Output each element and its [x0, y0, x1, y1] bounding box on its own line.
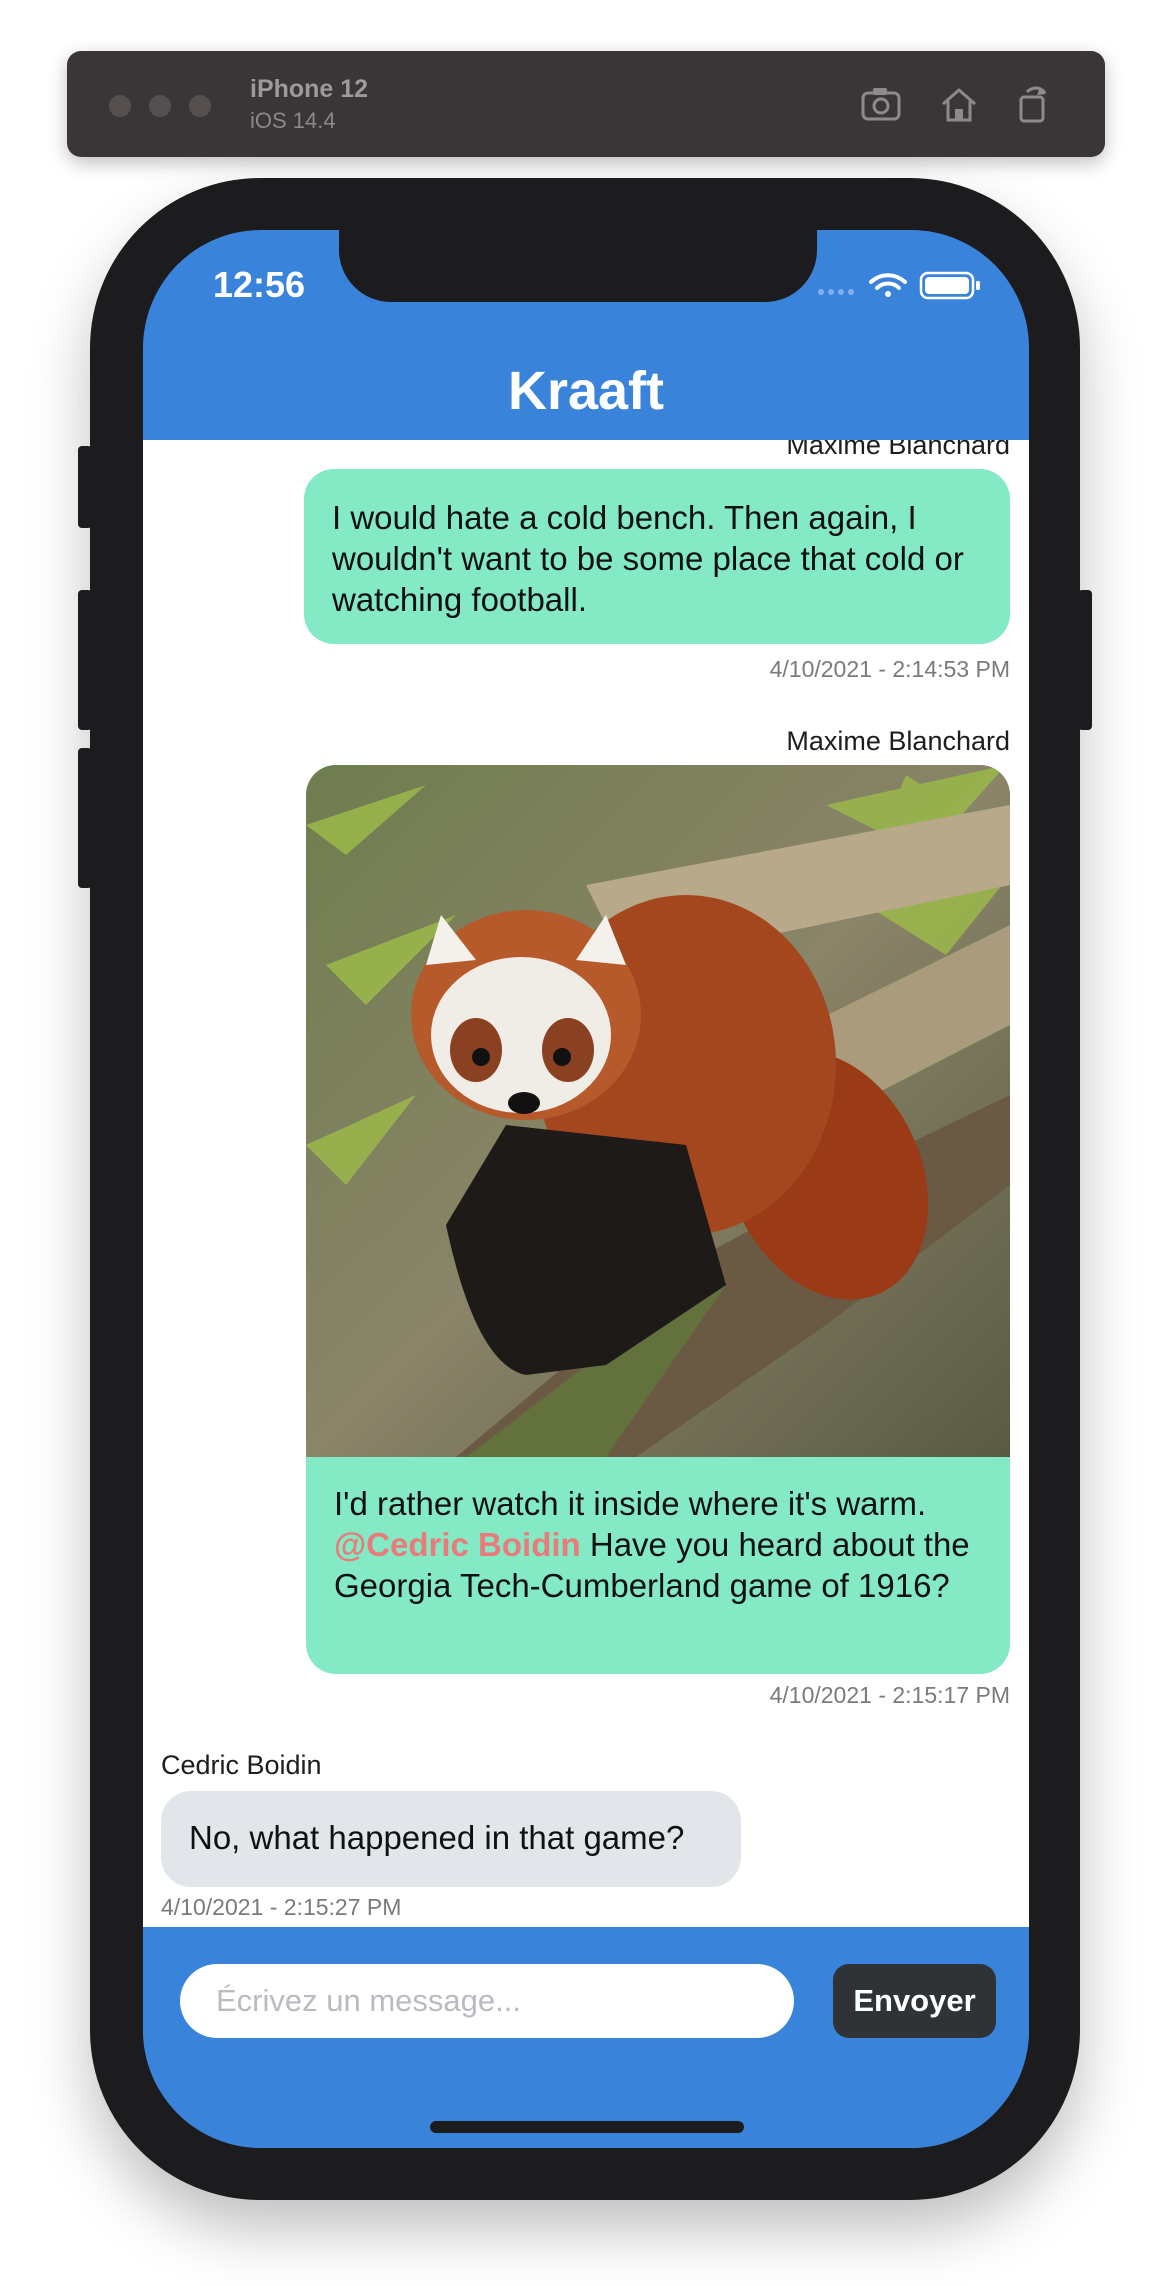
message-sender: Maxime Blanchard	[786, 440, 1010, 460]
image-message-bubble[interactable]: I'd rather watch it inside where it's wa…	[306, 765, 1010, 1674]
volume-down-button	[78, 748, 92, 888]
device-name: iPhone 12	[250, 75, 369, 103]
photo-illustration	[306, 765, 1010, 1457]
message-timestamp: 4/10/2021 - 2:15:17 PM	[769, 1682, 1010, 1708]
rotate-icon[interactable]	[1011, 83, 1055, 127]
battery-icon	[919, 271, 980, 300]
cellular-icon	[818, 289, 854, 295]
message-bubble[interactable]: No, what happened in that game?	[161, 1791, 741, 1887]
power-button	[1078, 590, 1092, 730]
message-sender: Cedric Boidin	[161, 1750, 322, 1780]
status-time: 12:56	[213, 264, 306, 305]
simulator-toolbar: iPhone 12 iOS 14.4	[67, 51, 1105, 157]
os-version: iOS 14.4	[250, 108, 336, 133]
message-text: I would hate a cold bench. Then again, I…	[332, 499, 964, 618]
iphone-frame: 12:56 Kraaft Maxime Blanchard I would ha…	[90, 178, 1080, 2200]
home-icon[interactable]	[937, 83, 981, 127]
red-panda-photo[interactable]	[306, 765, 1010, 1457]
app-title: Kraaft	[507, 361, 665, 421]
composer-bar: Envoyer	[143, 1927, 1029, 2148]
minimize-window-dot[interactable]	[149, 95, 171, 117]
mention-link[interactable]: @Cedric Boidin	[334, 1526, 581, 1563]
zoom-window-dot[interactable]	[189, 95, 211, 117]
send-button[interactable]: Envoyer	[833, 1964, 996, 2038]
phone-screen: 12:56 Kraaft Maxime Blanchard I would ha…	[143, 230, 1029, 2148]
silent-switch	[78, 446, 92, 528]
message-sender: Maxime Blanchard	[786, 726, 1010, 756]
screenshot-icon[interactable]	[859, 83, 903, 127]
message-timestamp: 4/10/2021 - 2:14:53 PM	[769, 656, 1010, 682]
message-timestamp: 4/10/2021 - 2:15:27 PM	[161, 1894, 402, 1920]
message-text: I'd rather watch it inside where it's wa…	[334, 1485, 970, 1604]
message-text: No, what happened in that game?	[189, 1819, 685, 1856]
notch	[339, 230, 817, 302]
message-input[interactable]	[180, 1964, 794, 2038]
status-icons	[818, 271, 980, 300]
volume-up-button	[78, 590, 92, 730]
close-window-dot[interactable]	[109, 95, 131, 117]
message-list[interactable]: Maxime Blanchard I would hate a cold ben…	[143, 440, 1029, 1927]
wifi-icon	[869, 273, 907, 297]
message-bubble[interactable]: I would hate a cold bench. Then again, I…	[304, 469, 1010, 644]
home-indicator[interactable]	[430, 2121, 744, 2133]
